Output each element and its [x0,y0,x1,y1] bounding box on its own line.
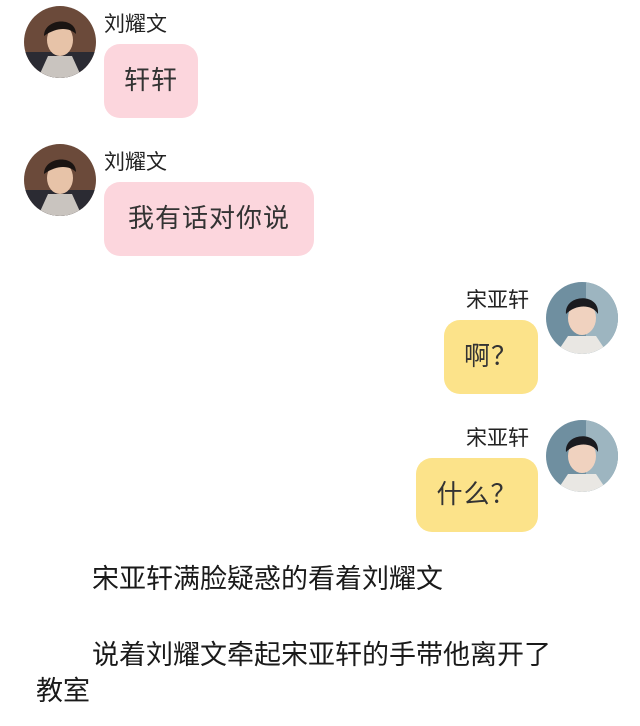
avatar-sender-left[interactable] [24,6,96,78]
avatar-sender-right[interactable] [546,282,618,354]
sender-name: 刘耀文 [104,12,167,36]
narration-line-1: 宋亚轩满脸疑惑的看着刘耀文 [92,564,443,595]
chat-area: 刘耀文 轩轩 刘耀文 我有话对你说 宋亚轩 啊？ 宋亚轩 什么？ [0,0,640,560]
message-bubble[interactable]: 我有话对你说 [104,182,314,256]
avatar-sender-right[interactable] [546,420,618,492]
sender-name: 宋亚轩 [466,288,529,312]
message-bubble[interactable]: 啊？ [444,320,538,394]
narration-line-2a: 说着刘耀文牵起宋亚轩的手带他离开了 [92,640,551,671]
message-bubble[interactable]: 轩轩 [104,44,198,118]
avatar-sender-left[interactable] [24,144,96,216]
sender-name: 宋亚轩 [466,426,529,450]
message-bubble[interactable]: 什么？ [416,458,538,532]
sender-name: 刘耀文 [104,150,167,174]
narration-line-2b: 教室 [36,676,90,707]
